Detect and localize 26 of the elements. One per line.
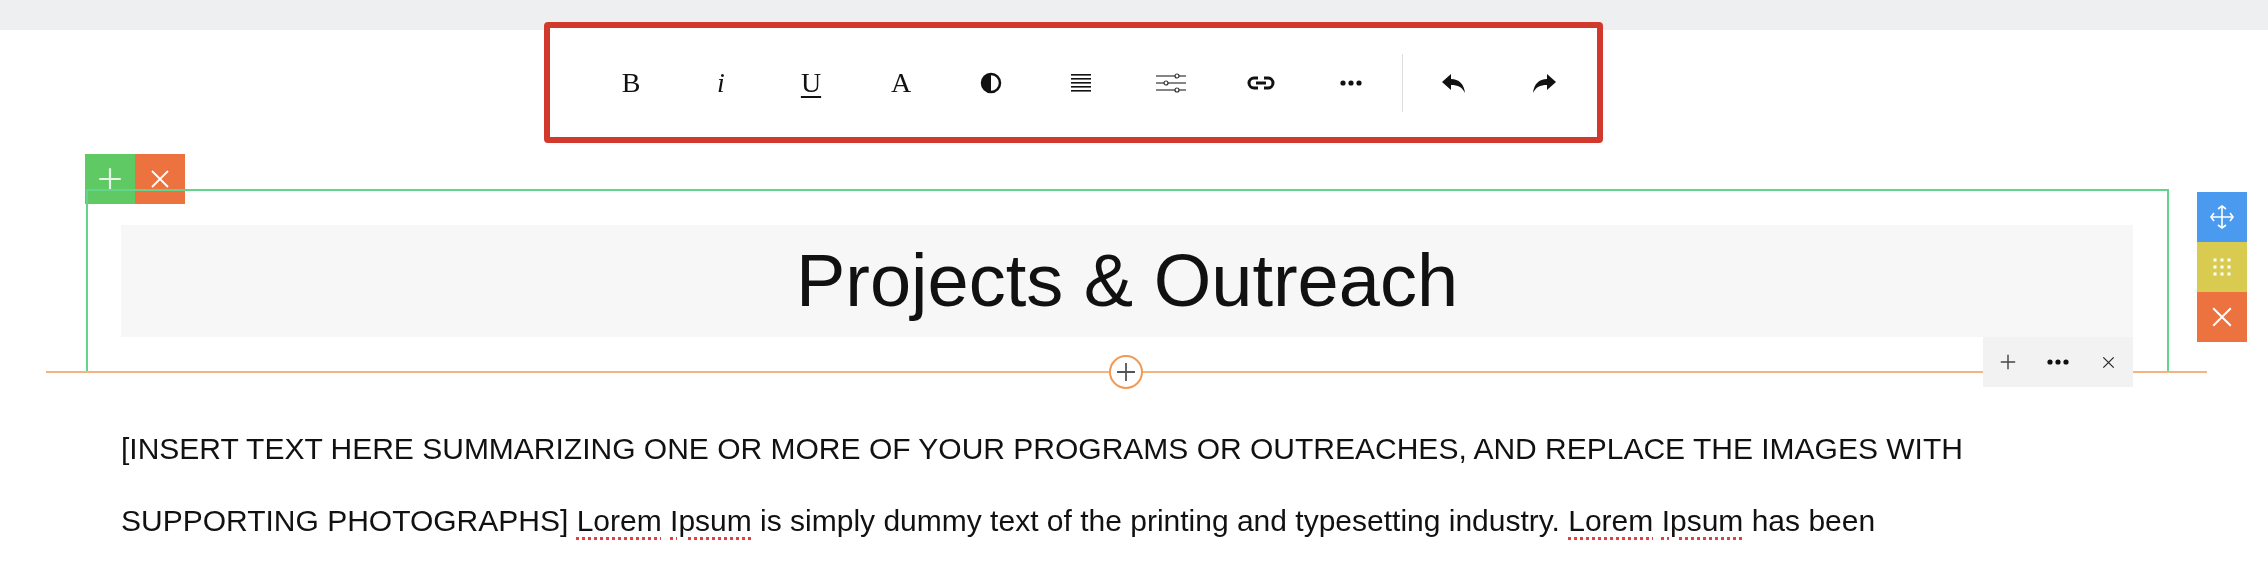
align-icon bbox=[1071, 73, 1091, 92]
close-button[interactable] bbox=[135, 154, 185, 204]
delete-button[interactable] bbox=[2197, 292, 2247, 342]
close-icon bbox=[2101, 355, 2115, 369]
font-button[interactable]: A bbox=[856, 52, 946, 113]
undo-icon bbox=[1441, 71, 1467, 94]
plus-icon bbox=[1116, 362, 1136, 382]
underline-button[interactable]: U bbox=[766, 52, 856, 113]
move-icon bbox=[2210, 205, 2234, 229]
paragraph-line: SUPPORTING PHOTOGRAPHS] Lorem Ipsum is simply dummy text of the printing and typesetting industry. Lorem Ipsum has been bbox=[121, 504, 1877, 538]
link-icon bbox=[1247, 74, 1275, 91]
redo-icon bbox=[1531, 71, 1557, 94]
sliders-icon bbox=[1156, 72, 1186, 93]
move-button[interactable] bbox=[2197, 192, 2247, 242]
more-icon bbox=[1340, 79, 1362, 86]
plus-icon bbox=[2000, 354, 2016, 370]
plus-icon bbox=[98, 167, 122, 191]
insert-button[interactable] bbox=[1109, 355, 1143, 389]
bold-button[interactable]: B bbox=[586, 52, 676, 113]
contrast-icon bbox=[980, 71, 1002, 94]
close-icon bbox=[2211, 306, 2233, 328]
paragraph-line: [INSERT TEXT HERE SUMMARIZING ONE OR MORE OF YOUR PROGRAMS OR OUTREACHES, AND REPLACE THE IMAGES WITH bbox=[121, 432, 1963, 466]
more-icon bbox=[2047, 359, 2069, 365]
italic-button[interactable]: i bbox=[676, 52, 766, 113]
grid-icon bbox=[2213, 258, 2231, 276]
close-icon bbox=[150, 169, 170, 189]
